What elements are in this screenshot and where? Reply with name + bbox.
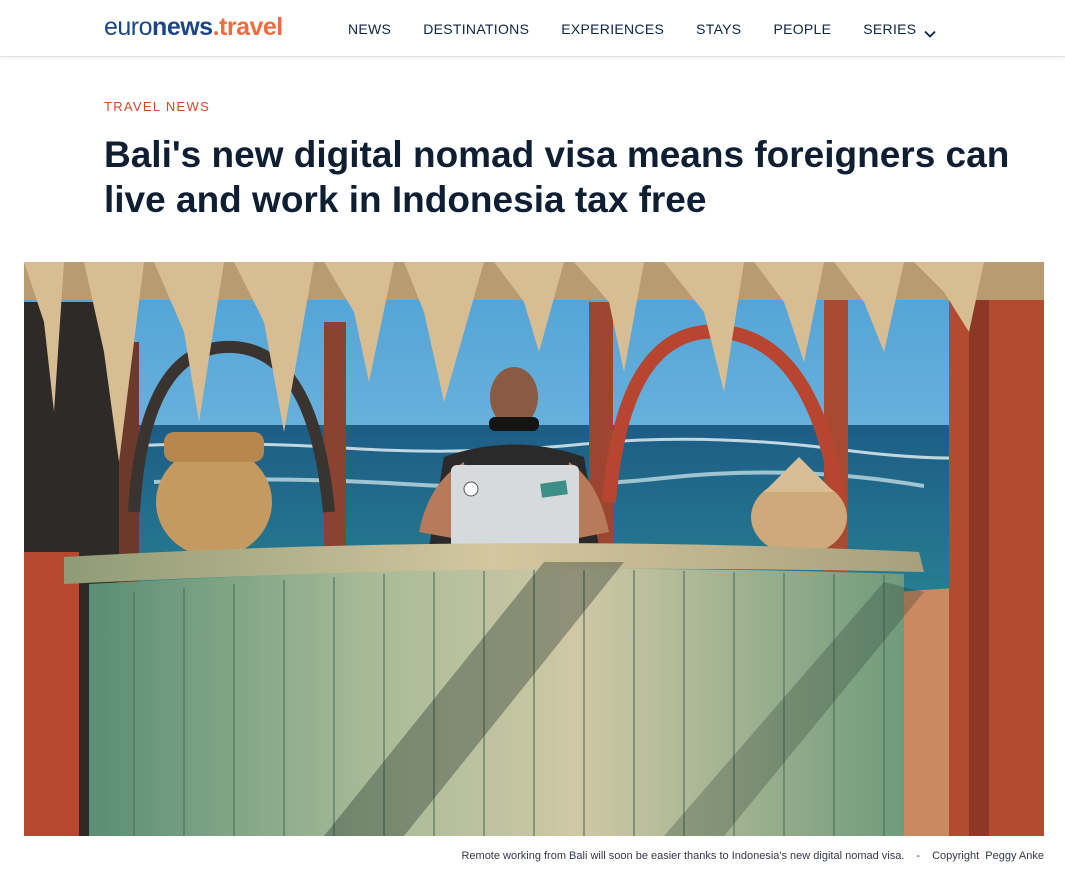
nav-item-series[interactable]: SERIES <box>863 21 937 38</box>
copyright-owner: Peggy Anke <box>985 850 1044 862</box>
site-header: euronews.travel NEWS DESTINATIONS EXPERI… <box>0 0 1065 57</box>
caption-text: Remote working from Bali will soon be ea… <box>461 850 905 862</box>
site-logo[interactable]: euronews.travel <box>104 13 283 42</box>
hero-image <box>24 262 1044 836</box>
nav-item-stays[interactable]: STAYS <box>696 21 741 37</box>
main-nav: NEWS DESTINATIONS EXPERIENCES STAYS PEOP… <box>348 0 968 57</box>
logo-section: travel <box>219 13 283 41</box>
article-headline: Bali's new digital nomad visa means fore… <box>104 134 1010 220</box>
nav-item-news[interactable]: NEWS <box>348 21 391 37</box>
article-kicker[interactable]: TRAVEL NEWS <box>104 99 210 114</box>
chevron-down-icon <box>924 25 937 38</box>
caption-separator: - <box>916 850 921 862</box>
nav-item-people[interactable]: PEOPLE <box>773 21 831 37</box>
nav-item-experiences[interactable]: EXPERIENCES <box>561 21 664 37</box>
image-caption: Remote working from Bali will soon be ea… <box>461 850 1044 862</box>
nav-item-destinations[interactable]: DESTINATIONS <box>423 21 529 37</box>
copyright-label: Copyright <box>932 850 980 862</box>
logo-brand: euronews <box>104 13 213 41</box>
